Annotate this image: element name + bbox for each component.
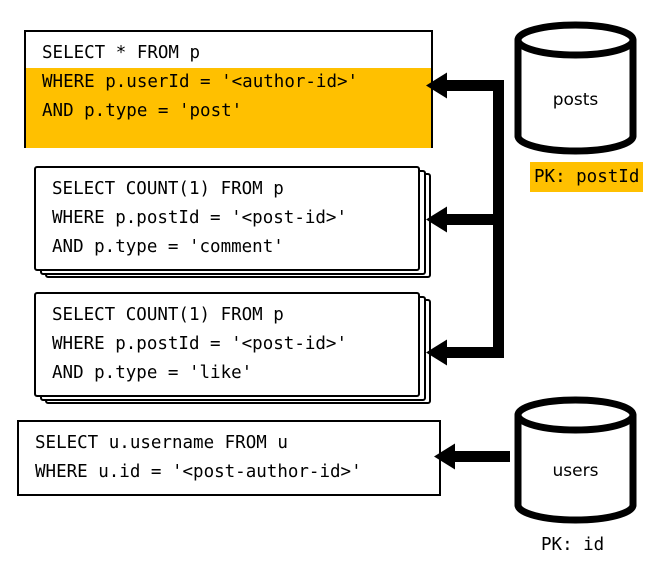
database-label-users: users bbox=[552, 461, 599, 481]
query-box-count-comments[interactable]: SELECT COUNT(1) FROM p WHERE p.postId = … bbox=[34, 166, 420, 271]
query-box-posts-by-author[interactable]: SELECT * FROM p WHERE p.userId = '<autho… bbox=[24, 30, 433, 148]
query-line: SELECT * FROM p bbox=[42, 43, 201, 63]
query-box-username[interactable]: SELECT u.username FROM u WHERE u.id = '<… bbox=[17, 420, 441, 496]
query-line: WHERE p.userId = '<author-id>' bbox=[42, 72, 359, 92]
database-cylinder-posts[interactable]: posts bbox=[513, 18, 638, 158]
query-line: AND p.type = 'post' bbox=[42, 101, 243, 121]
query-line: AND p.type = 'like' bbox=[52, 363, 253, 383]
query-line: WHERE u.id = '<post-author-id>' bbox=[35, 462, 362, 482]
database-cylinder-users[interactable]: users bbox=[513, 393, 638, 527]
posts-connector-group bbox=[426, 72, 504, 366]
query-line: WHERE p.postId = '<post-id>' bbox=[52, 334, 348, 354]
cylinder-icon bbox=[514, 396, 637, 524]
database-label-posts: posts bbox=[552, 90, 599, 110]
diagram-canvas: SELECT * FROM p WHERE p.userId = '<autho… bbox=[0, 0, 659, 573]
query-box-count-likes[interactable]: SELECT COUNT(1) FROM p WHERE p.postId = … bbox=[34, 292, 420, 397]
posts-branch-3 bbox=[447, 347, 503, 358]
users-connector-group bbox=[434, 443, 510, 470]
query-line: SELECT COUNT(1) FROM p bbox=[52, 179, 284, 199]
posts-branch-2 bbox=[447, 214, 503, 225]
cylinder-icon bbox=[514, 21, 637, 155]
primary-key-label-posts: PK: postId bbox=[530, 162, 644, 192]
query-line: AND p.type = 'comment' bbox=[52, 237, 284, 257]
posts-trunk-line bbox=[493, 80, 504, 358]
posts-branch-1 bbox=[447, 80, 503, 91]
users-branch-line bbox=[455, 451, 510, 462]
primary-key-label-users: PK: id bbox=[541, 535, 605, 555]
query-line: SELECT COUNT(1) FROM p bbox=[52, 305, 284, 325]
query-line: SELECT u.username FROM u bbox=[35, 433, 288, 453]
query-line: WHERE p.postId = '<post-id>' bbox=[52, 208, 348, 228]
